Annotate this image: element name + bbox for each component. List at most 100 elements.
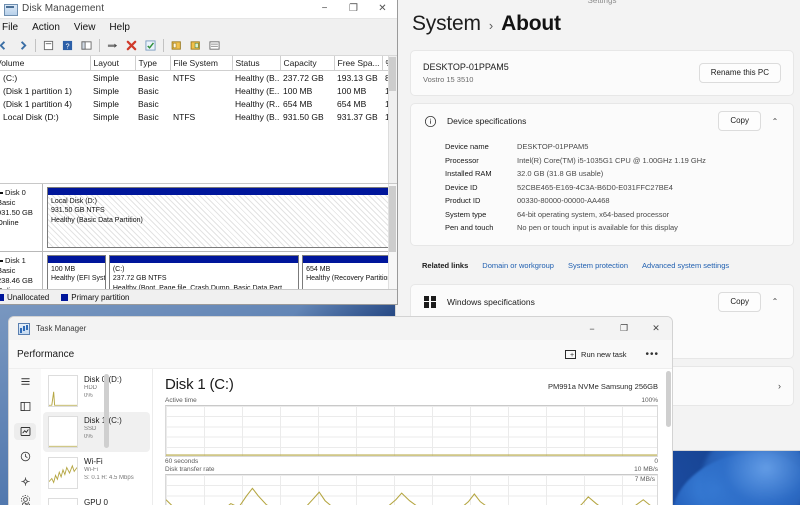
windows-specifications-header[interactable]: Windows specifications Copy ⌃	[423, 285, 781, 319]
graphical-view-scrollbar[interactable]	[388, 184, 397, 289]
link-system-protection[interactable]: System protection	[568, 261, 628, 270]
partition-c-drive[interactable]: (C:) 237.72 GB NTFS Healthy (Boot, Page …	[108, 255, 300, 289]
performance-resource-list[interactable]: Disk 0 (D:) HDD 0% Disk 1 (C:) SSD 0% Wi…	[41, 369, 153, 505]
help-icon[interactable]: ?	[59, 37, 76, 54]
settings-back-icon[interactable]: ‹	[402, 0, 404, 2]
device-specifications-header[interactable]: Device specifications Copy ⌃	[423, 104, 781, 138]
chevron-right-icon[interactable]: ›	[778, 381, 781, 391]
column-header-type[interactable]: Type	[135, 56, 171, 71]
detail-scrollbar[interactable]	[664, 371, 671, 505]
settings-menu-icon[interactable]: ≡	[412, 0, 416, 2]
app-history-icon[interactable]	[14, 449, 36, 465]
new-simple-volume-icon[interactable]	[168, 37, 185, 54]
rename-this-pc-button[interactable]: Rename this PC	[698, 63, 781, 83]
menu-file[interactable]: File	[0, 21, 25, 35]
disk-graphical-view[interactable]: Disk 0 Basic 931.50 GB Online Local Disk…	[0, 184, 397, 290]
settings-titlebar-controls[interactable]: ‹ ≡	[402, 0, 416, 2]
link-advanced-system-settings[interactable]: Advanced system settings	[642, 261, 729, 270]
column-header-file-system[interactable]: File System	[170, 56, 233, 71]
volume-list[interactable]: Volume Layout Type File System Status Ca…	[0, 56, 397, 184]
column-header-status[interactable]: Status	[232, 56, 281, 71]
resource-sparkline	[48, 375, 78, 407]
table-row[interactable]: (Disk 1 partition 4) Simple Basic Health…	[0, 97, 397, 110]
partition-recovery[interactable]: 654 MB Healthy (Recovery Partition	[302, 255, 393, 289]
minimize-button[interactable]: −	[576, 317, 608, 340]
cell-file-system: NTFS	[170, 70, 232, 84]
task-manager-titlebar[interactable]: Task Manager − ❐ ✕	[9, 317, 672, 340]
menu-action[interactable]: Action	[25, 21, 67, 35]
close-button[interactable]: ✕	[368, 0, 397, 18]
settings-gear-icon[interactable]	[14, 489, 36, 505]
back-arrow-icon[interactable]	[0, 37, 12, 54]
task-manager-nav-rail[interactable]	[9, 369, 41, 505]
table-row[interactable]: Local Disk (D:) Simple Basic NTFS Health…	[0, 110, 397, 123]
cell-type: Basic	[135, 84, 170, 97]
partition-local-disk-d[interactable]: Local Disk (D:) 931.50 GB NTFS Healthy (…	[47, 187, 393, 248]
close-button[interactable]: ✕	[640, 317, 672, 340]
disk-management-window-controls[interactable]: − ❐ ✕	[310, 0, 397, 18]
windows-specs-copy-button[interactable]: Copy	[718, 291, 761, 312]
delete-volume-icon[interactable]	[123, 37, 140, 54]
task-manager-command-bar: Performance Run new task •••	[9, 340, 672, 369]
settings-titlebar[interactable]: ‹ ≡ Settings	[396, 0, 800, 6]
list-item-wifi[interactable]: Wi-Fi Wi-Fi S: 0.1 R: 4.5 Mbps	[43, 453, 150, 493]
breadcrumb-parent[interactable]: System	[412, 12, 481, 36]
task-manager-window-controls[interactable]: − ❐ ✕	[576, 317, 672, 340]
list-item-disk-0[interactable]: Disk 0 (D:) HDD 0%	[43, 371, 150, 411]
table-row[interactable]: (Disk 1 partition 1) Simple Basic Health…	[0, 84, 397, 97]
device-specs-chevron-up-icon[interactable]: ⌃	[769, 117, 781, 126]
maximize-button[interactable]: ❐	[339, 0, 368, 18]
processes-icon[interactable]	[14, 398, 36, 414]
disk-row-disk-1[interactable]: Disk 1 Basic 238.46 GB Online 100 MB Hea…	[0, 252, 397, 289]
run-new-task-button[interactable]: Run new task	[559, 345, 632, 364]
maximize-button[interactable]: ❐	[608, 317, 640, 340]
scrollbar-thumb[interactable]	[666, 371, 671, 427]
performance-icon[interactable]	[14, 423, 36, 440]
disk-management-window[interactable]: Disk Management − ❐ ✕ File Action View H…	[0, 0, 398, 305]
partition-info: Local Disk (D:) 931.50 GB NTFS Healthy (…	[48, 195, 392, 247]
column-header-layout[interactable]: Layout	[90, 56, 136, 71]
partition-info: (C:) 237.72 GB NTFS Healthy (Boot, Page …	[110, 263, 298, 289]
active-time-max: 100%	[641, 396, 658, 404]
resource-subtitle: SSD	[84, 426, 97, 432]
startup-apps-icon[interactable]	[14, 474, 36, 490]
extend-volume-icon[interactable]	[187, 37, 204, 54]
partition-color-bar	[303, 256, 392, 263]
table-row[interactable]: (C:) Simple Basic NTFS Healthy (B... 237…	[0, 70, 397, 84]
cell-volume: (Disk 1 partition 4)	[0, 97, 90, 110]
list-item-gpu-0[interactable]: GPU 0 Intel(R) UHD Grap... 0%	[43, 494, 150, 505]
disk-management-titlebar[interactable]: Disk Management − ❐ ✕	[0, 0, 397, 19]
link-domain-or-workgroup[interactable]: Domain or workgroup	[482, 261, 554, 270]
properties-icon[interactable]	[40, 37, 57, 54]
device-specs-copy-button[interactable]: Copy	[718, 111, 761, 131]
show-hide-console-tree-icon[interactable]	[78, 37, 95, 54]
column-header-volume[interactable]: Volume	[0, 56, 91, 71]
disk-row-disk-0[interactable]: Disk 0 Basic 931.50 GB Online Local Disk…	[0, 184, 397, 252]
resource-list-scrollbar[interactable]	[104, 374, 110, 494]
disk-transfer-rate-plot	[166, 486, 652, 505]
hamburger-menu-icon[interactable]	[14, 373, 36, 389]
cell-file-system	[170, 84, 232, 97]
volume-list-scrollbar[interactable]	[388, 56, 397, 183]
rescan-disks-icon[interactable]	[104, 37, 121, 54]
detail-title: Disk 1 (C:)	[165, 376, 234, 393]
column-header-free-space[interactable]: Free Spa...	[334, 56, 383, 71]
forward-arrow-icon[interactable]	[14, 37, 31, 54]
format-icon[interactable]	[142, 37, 159, 54]
disk-management-toolbar[interactable]: ?	[0, 36, 397, 56]
disk-management-menubar[interactable]: File Action View Help	[0, 19, 397, 36]
menu-help[interactable]: Help	[102, 21, 137, 35]
more-options-icon[interactable]: •••	[642, 349, 662, 360]
windows-specs-chevron-up-icon[interactable]: ⌃	[769, 297, 781, 306]
scrollbar-thumb[interactable]	[389, 186, 396, 252]
scrollbar-thumb[interactable]	[389, 57, 396, 91]
partition-efi-system[interactable]: 100 MB Healthy (EFI Syste	[47, 255, 106, 289]
list-view-icon[interactable]	[206, 37, 223, 54]
column-header-capacity[interactable]: Capacity	[280, 56, 335, 71]
minimize-button[interactable]: −	[310, 0, 339, 18]
cell-free-space: 100 MB	[334, 84, 382, 97]
list-item-disk-1[interactable]: Disk 1 (C:) SSD 0%	[43, 412, 150, 452]
disk-1-header: Disk 1 Basic 238.46 GB Online	[0, 252, 43, 289]
scrollbar-thumb[interactable]	[104, 374, 109, 448]
menu-view[interactable]: View	[67, 21, 103, 35]
